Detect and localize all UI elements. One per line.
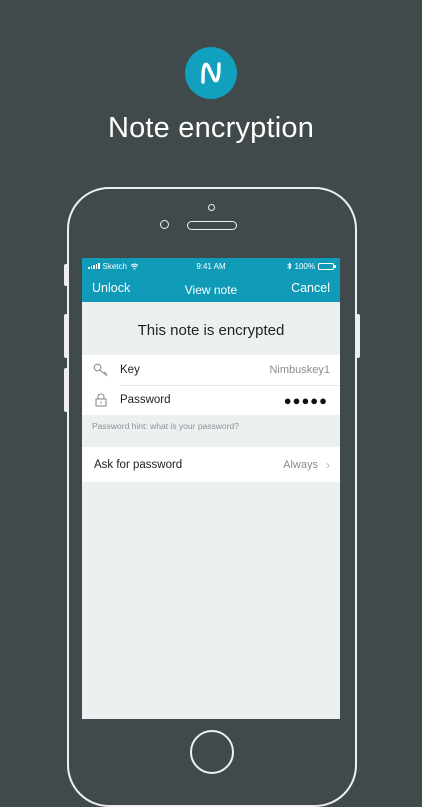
key-label: Key [120, 364, 140, 376]
key-row[interactable]: Key Nimbuskey1 [82, 355, 340, 385]
battery-percent: 100% [294, 261, 315, 271]
carrier-label: Sketch [102, 261, 127, 271]
bluetooth-icon [286, 262, 292, 270]
phone-screen: Sketch 9:41 AM 100% Unlock View note Can… [82, 258, 340, 719]
ask-for-password-row[interactable]: Ask for password Always › [82, 447, 340, 482]
key-icon [82, 363, 120, 377]
signal-icon [88, 263, 100, 269]
ask-for-password-label: Ask for password [94, 458, 183, 471]
key-value: Nimbuskey1 [269, 364, 330, 376]
wifi-icon [130, 263, 139, 270]
volume-up-button [64, 314, 68, 358]
headline: Note encryption [107, 112, 315, 144]
lock-icon [82, 393, 120, 407]
mute-switch [64, 264, 68, 286]
home-button [190, 730, 234, 774]
ask-for-password-value: Always [283, 458, 318, 471]
battery-icon [317, 262, 336, 270]
encrypted-title: This note is encrypted [137, 322, 285, 339]
app-logo-icon [185, 47, 237, 99]
proximity-sensor [208, 204, 215, 211]
cancel-button[interactable]: Cancel [291, 281, 330, 295]
navigation-bar: Unlock View note Cancel [82, 274, 340, 302]
row-divider [120, 385, 340, 386]
earpiece-speaker [187, 221, 237, 230]
volume-down-button [64, 368, 68, 412]
password-label: Password [120, 394, 171, 406]
settings-group: Ask for password Always › [82, 447, 340, 482]
unlock-button[interactable]: Unlock [92, 281, 130, 295]
credentials-group: Key Nimbuskey1 Password ●●●●● [82, 355, 340, 415]
status-time: 9:41 AM [196, 261, 226, 271]
password-field[interactable]: ●●●●● [284, 393, 340, 408]
power-button [356, 314, 360, 358]
password-hint: Password hint: what is your password? [92, 421, 239, 431]
status-bar: Sketch 9:41 AM 100% [82, 258, 340, 274]
front-camera [160, 220, 169, 229]
chevron-right-icon: › [326, 457, 330, 472]
password-row[interactable]: Password ●●●●● [82, 385, 340, 415]
